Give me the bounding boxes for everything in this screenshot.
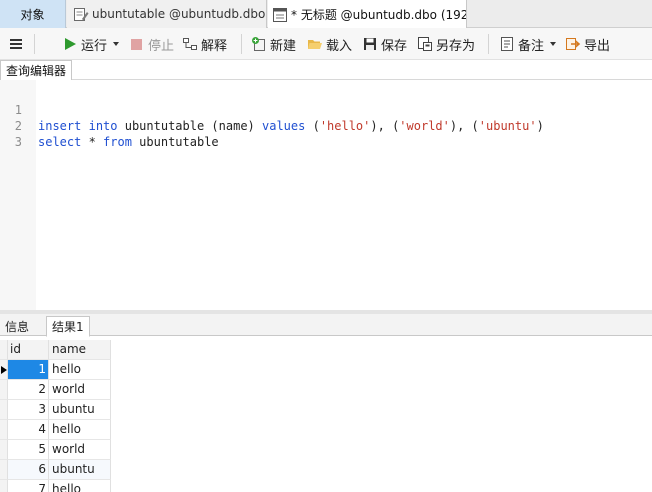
notes-label: 备注 bbox=[518, 38, 545, 54]
result-grid: id name 1 hello 2 world 3 ubuntu 4 hello… bbox=[0, 340, 112, 492]
row-indicator-header bbox=[0, 340, 8, 360]
row-indicator bbox=[0, 400, 8, 420]
sql-keyword: from bbox=[103, 135, 132, 149]
cell-name[interactable]: world bbox=[49, 440, 111, 460]
cell-id[interactable]: 2 bbox=[8, 380, 49, 400]
cell-id[interactable]: 5 bbox=[8, 440, 49, 460]
cell-name[interactable]: ubuntu bbox=[49, 460, 111, 480]
row-indicator bbox=[0, 460, 8, 480]
tab-query-editor[interactable]: 查询编辑器 bbox=[0, 60, 73, 80]
tab-query-ubuntutable-label: ubuntutable @ubuntudb.dbo (... bbox=[92, 7, 266, 21]
load-button[interactable]: 载入 bbox=[307, 28, 352, 60]
export-button[interactable]: 导出 bbox=[565, 28, 610, 60]
new-query-icon bbox=[251, 36, 267, 52]
save-button[interactable]: 保存 bbox=[362, 28, 407, 60]
toolbar-divider bbox=[241, 34, 242, 54]
row-indicator bbox=[0, 440, 8, 460]
notes-icon bbox=[499, 36, 515, 52]
tab-query-untitled-label: * 无标题 @ubuntudb.dbo (192... bbox=[291, 8, 466, 22]
sql-keyword: select bbox=[38, 135, 82, 149]
row-pointer-icon bbox=[1, 366, 7, 374]
folder-open-icon bbox=[307, 36, 323, 52]
query-toolbar: 运行 停止 解释 新建 载入 保存 另存为 备注 导出 bbox=[0, 28, 652, 60]
row-indicator bbox=[0, 360, 8, 380]
stop-button[interactable]: 停止 bbox=[129, 28, 174, 60]
query-file-icon bbox=[272, 7, 288, 23]
query-design-icon bbox=[73, 6, 89, 22]
new-query-button[interactable]: 新建 bbox=[251, 28, 296, 60]
table-row[interactable]: 4 hello bbox=[0, 420, 112, 440]
editor-tab-strip: 查询编辑器 bbox=[0, 60, 652, 80]
grid-header-row: id name bbox=[0, 340, 112, 360]
column-header-id[interactable]: id bbox=[8, 340, 49, 360]
cell-id[interactable]: 4 bbox=[8, 420, 49, 440]
cell-id[interactable]: 3 bbox=[8, 400, 49, 420]
toolbar-divider bbox=[34, 34, 35, 54]
run-button[interactable]: 运行 bbox=[62, 28, 120, 60]
code-line: 3 bbox=[0, 118, 652, 149]
document-tab-bar: 对象 ubuntutable @ubuntudb.dbo (... * 无标题 … bbox=[0, 0, 652, 29]
save-as-icon bbox=[417, 36, 433, 52]
export-label: 导出 bbox=[584, 38, 611, 54]
column-header-name[interactable]: name bbox=[49, 340, 111, 360]
cell-name[interactable]: world bbox=[49, 380, 111, 400]
cell-name[interactable]: ubuntu bbox=[49, 400, 111, 420]
tab-query-ubuntutable[interactable]: ubuntutable @ubuntudb.dbo (... bbox=[67, 0, 267, 28]
chevron-down-icon[interactable] bbox=[550, 42, 557, 46]
tab-query-untitled[interactable]: * 无标题 @ubuntudb.dbo (192... bbox=[268, 0, 467, 29]
code-line: 1 insert into ubuntutable (name) values … bbox=[0, 86, 652, 133]
stop-label: 停止 bbox=[148, 38, 175, 54]
sql-text: ubuntutable bbox=[131, 135, 219, 149]
cell-id[interactable]: 6 bbox=[8, 460, 49, 480]
export-icon bbox=[565, 36, 581, 52]
row-indicator bbox=[0, 420, 8, 440]
table-row[interactable]: 7 hello bbox=[0, 480, 112, 492]
explain-icon bbox=[182, 36, 198, 52]
cell-id[interactable]: 1 bbox=[8, 360, 49, 380]
table-row[interactable]: 6 ubuntu bbox=[0, 460, 112, 480]
toolbar-divider bbox=[488, 34, 489, 54]
table-row[interactable]: 2 world bbox=[0, 380, 112, 400]
line-number: 3 bbox=[14, 135, 22, 149]
tab-result1[interactable]: 结果1 bbox=[46, 316, 90, 337]
cell-id[interactable]: 7 bbox=[8, 480, 49, 492]
new-query-label: 新建 bbox=[270, 38, 297, 54]
table-row[interactable]: 5 world bbox=[0, 440, 112, 460]
row-indicator bbox=[0, 380, 8, 400]
cell-name[interactable]: hello bbox=[49, 480, 111, 492]
tab-info[interactable]: 信息 bbox=[0, 316, 34, 336]
floppy-disk-icon bbox=[362, 36, 378, 52]
tab-info-label: 信息 bbox=[5, 319, 30, 334]
tab-result1-label: 结果1 bbox=[52, 320, 84, 334]
notes-button[interactable]: 备注 bbox=[499, 28, 557, 60]
table-row[interactable]: 1 hello bbox=[0, 360, 112, 380]
stop-icon bbox=[129, 36, 145, 52]
tab-objects-label: 对象 bbox=[20, 7, 45, 22]
sql-text: * bbox=[81, 135, 104, 149]
code-text: select * from ubuntutable bbox=[38, 134, 219, 150]
table-row[interactable]: 3 ubuntu bbox=[0, 400, 112, 420]
save-as-label: 另存为 bbox=[436, 38, 476, 54]
save-as-button[interactable]: 另存为 bbox=[417, 28, 475, 60]
tab-query-editor-label: 查询编辑器 bbox=[6, 64, 67, 78]
chevron-down-icon[interactable] bbox=[113, 42, 120, 46]
cell-name[interactable]: hello bbox=[49, 360, 111, 380]
code-line: 2 select * from ubuntutable bbox=[0, 102, 652, 149]
explain-label: 解释 bbox=[201, 38, 228, 54]
run-label: 运行 bbox=[81, 38, 108, 54]
row-indicator bbox=[0, 480, 8, 492]
sql-editor[interactable]: 1 insert into ubuntutable (name) values … bbox=[0, 80, 652, 310]
load-label: 载入 bbox=[326, 38, 353, 54]
result-tab-bar: 信息 结果1 bbox=[0, 314, 652, 337]
save-label: 保存 bbox=[381, 38, 408, 54]
cell-name[interactable]: hello bbox=[49, 420, 111, 440]
tab-objects[interactable]: 对象 bbox=[0, 0, 66, 28]
hamburger-menu-icon[interactable] bbox=[8, 36, 24, 52]
explain-button[interactable]: 解释 bbox=[182, 28, 227, 60]
play-icon bbox=[62, 36, 78, 52]
